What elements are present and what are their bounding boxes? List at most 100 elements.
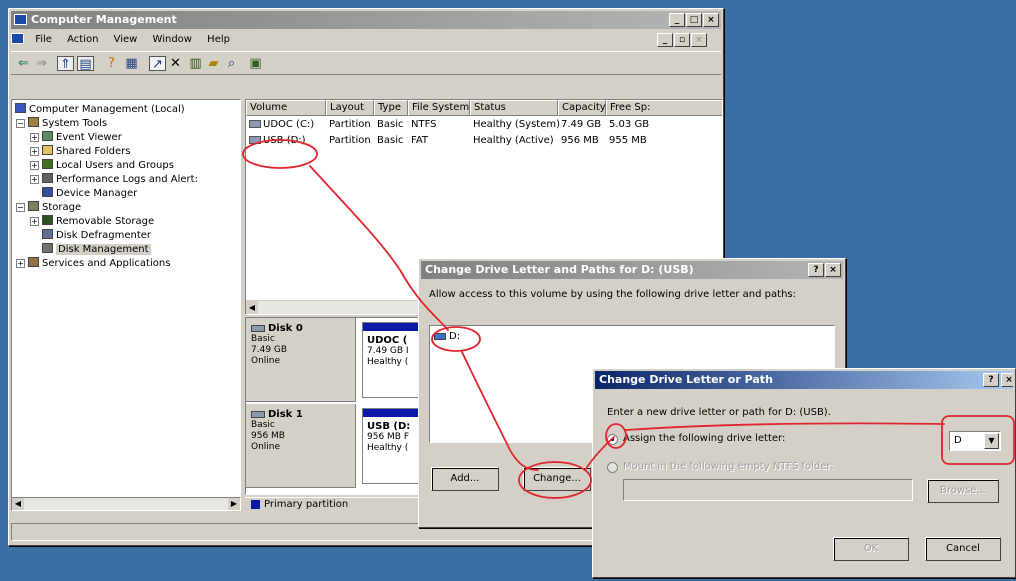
ok-button[interactable]: OK — [833, 537, 909, 561]
removable-storage-icon — [42, 215, 53, 225]
tree-item-storage[interactable]: Storage — [28, 201, 81, 214]
tree-item-local-users-groups[interactable]: Local Users and Groups — [42, 159, 174, 172]
mount-folder-radio[interactable] — [607, 462, 618, 473]
column-header-file-system[interactable]: File System — [408, 100, 470, 116]
volume-free-space: 955 MB — [609, 135, 647, 146]
child-minimize-button[interactable]: _ — [657, 33, 673, 47]
browse-button[interactable]: Browse... — [927, 479, 999, 503]
drive-icon — [434, 333, 446, 340]
forward-icon[interactable]: ⇒ — [33, 56, 50, 71]
dialog1-close-button[interactable]: × — [825, 263, 841, 277]
console-tree: Computer Management (Local) − System Too… — [11, 99, 241, 511]
assign-letter-label[interactable]: Assign the following drive letter: — [623, 433, 785, 444]
column-header-capacity[interactable]: Capacity — [558, 100, 606, 116]
show-hide-tree-icon[interactable]: ▤ — [77, 56, 94, 72]
delete-icon[interactable]: ✕ — [167, 56, 184, 71]
dialog2-title-bar[interactable]: Change Drive Letter or Path ? × — [595, 371, 1013, 389]
expand-local-users[interactable]: + — [30, 161, 39, 170]
tree-item-disk-defragmenter[interactable]: Disk Defragmenter — [42, 229, 151, 242]
minimize-button[interactable]: _ — [669, 13, 685, 27]
tree-item-shared-folders[interactable]: Shared Folders — [42, 145, 131, 158]
maximize-button[interactable]: □ — [686, 13, 702, 27]
child-close-button[interactable]: × — [691, 33, 707, 47]
expand-event-viewer[interactable]: + — [30, 133, 39, 142]
volume-capacity: 956 MB — [561, 135, 599, 146]
up-icon[interactable]: ⇑ — [57, 56, 74, 72]
column-header-free-space[interactable]: Free Sp: — [606, 100, 722, 116]
volume-layout: Partition — [329, 119, 371, 130]
menu-help[interactable]: Help — [207, 34, 230, 45]
disk-0-label[interactable]: Disk 0 Basic 7.49 GB Online — [246, 318, 356, 402]
drive-icon — [249, 136, 261, 144]
menu-action[interactable]: Action — [67, 34, 98, 45]
toolbar: ⇐ ⇒ ⇑ ▤ ? ▦ ↗ ✕ ▥ ▰ ⌕ ▣ — [11, 51, 721, 75]
dialog1-title-bar[interactable]: Change Drive Letter and Paths for D: (US… — [421, 261, 843, 279]
column-header-volume[interactable]: Volume — [246, 100, 326, 116]
column-header-status[interactable]: Status — [470, 100, 558, 116]
mount-folder-label[interactable]: Mount in the following empty NTFS folder… — [623, 461, 834, 472]
drive-icon — [249, 120, 261, 128]
device-manager-icon — [42, 187, 53, 197]
expand-storage[interactable]: − — [16, 203, 25, 212]
expand-shared-folders[interactable]: + — [30, 147, 39, 156]
tree-item-computer-management[interactable]: Computer Management (Local) — [15, 103, 185, 116]
expand-performance-logs[interactable]: + — [30, 175, 39, 184]
expand-services-applications[interactable]: + — [16, 259, 25, 268]
drive-letter-select[interactable]: D ▼ — [949, 431, 1001, 451]
refresh-icon[interactable]: ▣ — [247, 56, 264, 71]
open-icon[interactable]: ▥ — [187, 56, 204, 71]
event-viewer-icon — [42, 131, 53, 141]
mount-folder-path-field[interactable] — [623, 479, 913, 501]
tree-item-system-tools[interactable]: System Tools — [28, 117, 107, 130]
close-button[interactable]: × — [703, 13, 719, 27]
change-button[interactable]: Change... — [523, 467, 591, 491]
volume-layout: Partition — [329, 135, 371, 146]
expand-system-tools[interactable]: − — [16, 119, 25, 128]
dialog2-help-button[interactable]: ? — [983, 373, 999, 387]
menu-view[interactable]: View — [114, 34, 138, 45]
chevron-down-icon[interactable]: ▼ — [984, 433, 999, 449]
disk-1-label[interactable]: Disk 1 Basic 956 MB Online — [246, 404, 356, 488]
main-title-bar[interactable]: Computer Management _ □ × — [11, 11, 721, 29]
tree-item-event-viewer[interactable]: Event Viewer — [42, 131, 122, 144]
back-icon[interactable]: ⇐ — [15, 56, 32, 71]
tree-item-performance-logs[interactable]: Performance Logs and Alert: — [42, 173, 198, 186]
help-icon[interactable]: ? — [103, 56, 120, 71]
drive-path-item-d[interactable]: D: — [434, 331, 460, 342]
menu-window[interactable]: Window — [153, 34, 192, 45]
expand-removable-storage[interactable]: + — [30, 217, 39, 226]
scroll-left-icon[interactable]: ◀ — [246, 301, 258, 314]
tree-item-disk-management[interactable]: Disk Management — [42, 243, 151, 256]
volume-row-d[interactable]: USB (D:) Partition Basic FAT Healthy (Ac… — [246, 134, 722, 148]
dialog1-help-button[interactable]: ? — [808, 263, 824, 277]
volume-name: UDOC (C:) — [263, 119, 315, 130]
computer-management-icon — [14, 14, 27, 25]
shared-folder-icon — [42, 145, 53, 155]
child-restore-button[interactable]: ▫ — [674, 33, 690, 47]
disk-icon — [251, 325, 265, 332]
scroll-left-icon[interactable]: ◀ — [12, 498, 24, 510]
tools-icon — [28, 117, 39, 127]
column-header-layout[interactable]: Layout — [326, 100, 374, 116]
cancel-button[interactable]: Cancel — [925, 537, 1001, 561]
performance-icon — [42, 173, 53, 183]
add-button[interactable]: Add... — [431, 467, 499, 491]
search-icon[interactable]: ⌕ — [223, 56, 240, 71]
properties-icon[interactable]: ▦ — [123, 56, 140, 71]
volume-row-c[interactable]: UDOC (C:) Partition Basic NTFS Healthy (… — [246, 118, 722, 132]
open-folder-icon[interactable]: ▰ — [205, 56, 222, 71]
volume-name: USB (D:) — [263, 135, 306, 146]
scroll-right-icon[interactable]: ▶ — [228, 498, 240, 510]
tree-item-services-applications[interactable]: Services and Applications — [28, 257, 170, 270]
column-header-type[interactable]: Type — [374, 100, 408, 116]
tree-item-removable-storage[interactable]: Removable Storage — [42, 215, 154, 228]
primary-partition-label: Primary partition — [264, 499, 349, 510]
export-icon[interactable]: ↗ — [149, 56, 166, 72]
dialog2-close-button[interactable]: × — [1001, 373, 1013, 387]
menu-app-icon[interactable] — [11, 33, 24, 44]
tree-item-device-manager[interactable]: Device Manager — [42, 187, 137, 200]
assign-letter-radio[interactable] — [607, 434, 618, 445]
tree-horizontal-scrollbar[interactable]: ◀ ▶ — [11, 497, 241, 511]
dialog2-prompt: Enter a new drive letter or path for D: … — [607, 407, 831, 418]
menu-file[interactable]: File — [35, 34, 52, 45]
